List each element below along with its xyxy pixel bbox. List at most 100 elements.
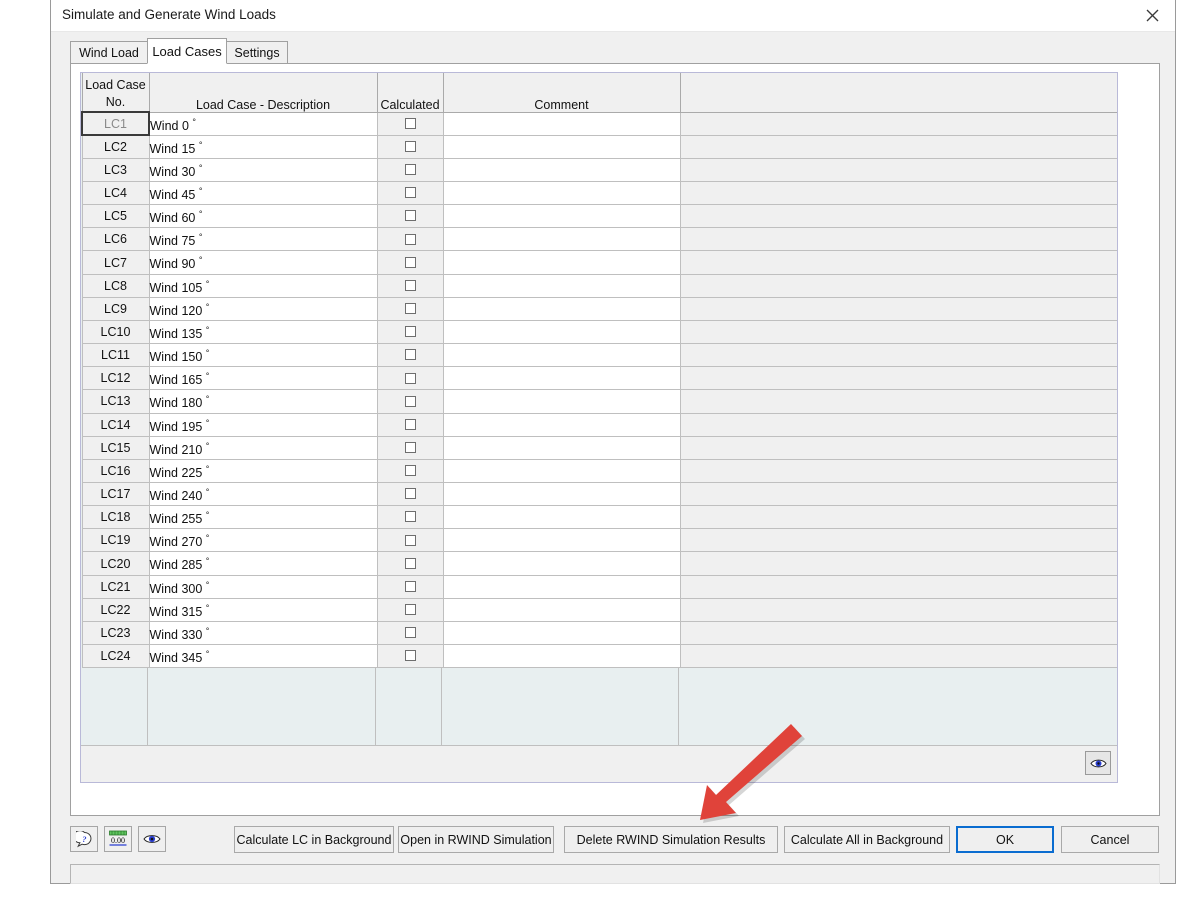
calculated-checkbox[interactable] [405, 234, 416, 245]
table-row[interactable]: LC19Wind 270 ° [82, 529, 1118, 552]
table-row[interactable]: LC21Wind 300 ° [82, 575, 1118, 598]
cell-calculated[interactable] [377, 344, 443, 367]
cell-comment[interactable] [443, 390, 680, 413]
cell-calculated[interactable] [377, 645, 443, 668]
calculated-checkbox[interactable] [405, 141, 416, 152]
cell-calculated[interactable] [377, 320, 443, 343]
cell-description[interactable]: Wind 165 ° [149, 367, 377, 390]
cell-extra[interactable] [680, 112, 1118, 135]
calculated-checkbox[interactable] [405, 187, 416, 198]
cell-description[interactable]: Wind 180 ° [149, 390, 377, 413]
cell-load-case-no[interactable]: LC9 [82, 297, 149, 320]
cell-description[interactable]: Wind 120 ° [149, 297, 377, 320]
cell-description[interactable]: Wind 195 ° [149, 413, 377, 436]
delete-rwind-simulation-results-button[interactable]: Delete RWIND Simulation Results [564, 826, 778, 853]
table-row[interactable]: LC3Wind 30 ° [82, 158, 1118, 181]
cell-comment[interactable] [443, 529, 680, 552]
cell-comment[interactable] [443, 367, 680, 390]
cell-description[interactable]: Wind 0 ° [149, 112, 377, 135]
cell-description[interactable]: Wind 135 ° [149, 320, 377, 343]
cell-calculated[interactable] [377, 228, 443, 251]
cell-load-case-no[interactable]: LC19 [82, 529, 149, 552]
calculated-checkbox[interactable] [405, 164, 416, 175]
cell-comment[interactable] [443, 645, 680, 668]
calculated-checkbox[interactable] [405, 210, 416, 221]
open-in-rwind-simulation-button[interactable]: Open in RWIND Simulation [398, 826, 554, 853]
cell-load-case-no[interactable]: LC8 [82, 274, 149, 297]
cell-load-case-no[interactable]: LC17 [82, 483, 149, 506]
tab-load-cases[interactable]: Load Cases [147, 38, 227, 64]
calculated-checkbox[interactable] [405, 488, 416, 499]
column-header-calculated[interactable]: Calculated [377, 73, 443, 112]
cell-extra[interactable] [680, 413, 1118, 436]
cell-description[interactable]: Wind 330 ° [149, 621, 377, 644]
cell-load-case-no[interactable]: LC4 [82, 181, 149, 204]
cell-calculated[interactable] [377, 135, 443, 158]
calculated-checkbox[interactable] [405, 326, 416, 337]
cell-comment[interactable] [443, 436, 680, 459]
cell-extra[interactable] [680, 483, 1118, 506]
cell-load-case-no[interactable]: LC10 [82, 320, 149, 343]
cell-description[interactable]: Wind 75 ° [149, 228, 377, 251]
table-row[interactable]: LC14Wind 195 ° [82, 413, 1118, 436]
cell-comment[interactable] [443, 297, 680, 320]
cell-calculated[interactable] [377, 274, 443, 297]
cell-extra[interactable] [680, 621, 1118, 644]
cell-description[interactable]: Wind 60 ° [149, 205, 377, 228]
cell-description[interactable]: Wind 105 ° [149, 274, 377, 297]
table-row[interactable]: LC12Wind 165 ° [82, 367, 1118, 390]
cell-load-case-no[interactable]: LC15 [82, 436, 149, 459]
table-row[interactable]: LC5Wind 60 ° [82, 205, 1118, 228]
cell-load-case-no[interactable]: LC20 [82, 552, 149, 575]
calculated-checkbox[interactable] [405, 396, 416, 407]
cell-calculated[interactable] [377, 413, 443, 436]
cell-extra[interactable] [680, 552, 1118, 575]
cell-comment[interactable] [443, 621, 680, 644]
table-row[interactable]: LC10Wind 135 ° [82, 320, 1118, 343]
table-row[interactable]: LC8Wind 105 ° [82, 274, 1118, 297]
cell-extra[interactable] [680, 205, 1118, 228]
cell-extra[interactable] [680, 251, 1118, 274]
cell-extra[interactable] [680, 367, 1118, 390]
cell-extra[interactable] [680, 390, 1118, 413]
cell-description[interactable]: Wind 210 ° [149, 436, 377, 459]
cell-calculated[interactable] [377, 436, 443, 459]
cell-comment[interactable] [443, 274, 680, 297]
cell-calculated[interactable] [377, 112, 443, 135]
cell-load-case-no[interactable]: LC7 [82, 251, 149, 274]
cell-calculated[interactable] [377, 205, 443, 228]
cell-extra[interactable] [680, 529, 1118, 552]
tab-wind-load[interactable]: Wind Load [70, 41, 148, 63]
units-icon[interactable]: 0.00 [104, 826, 132, 852]
cell-load-case-no[interactable]: LC11 [82, 344, 149, 367]
tab-settings[interactable]: Settings [226, 41, 288, 63]
column-header-load-case-no[interactable]: Load Case No. [82, 73, 149, 112]
cell-load-case-no[interactable]: LC3 [82, 158, 149, 181]
table-row[interactable]: LC20Wind 285 ° [82, 552, 1118, 575]
cell-extra[interactable] [680, 506, 1118, 529]
cell-comment[interactable] [443, 483, 680, 506]
calculated-checkbox[interactable] [405, 604, 416, 615]
cell-extra[interactable] [680, 158, 1118, 181]
cell-load-case-no[interactable]: LC24 [82, 645, 149, 668]
table-row[interactable]: LC4Wind 45 ° [82, 181, 1118, 204]
table-row[interactable]: LC22Wind 315 ° [82, 598, 1118, 621]
ok-button[interactable]: OK [956, 826, 1054, 853]
cell-description[interactable]: Wind 90 ° [149, 251, 377, 274]
cell-comment[interactable] [443, 112, 680, 135]
cell-calculated[interactable] [377, 297, 443, 320]
table-row[interactable]: LC2Wind 15 ° [82, 135, 1118, 158]
cell-extra[interactable] [680, 181, 1118, 204]
cell-calculated[interactable] [377, 506, 443, 529]
cell-comment[interactable] [443, 575, 680, 598]
calculated-checkbox[interactable] [405, 581, 416, 592]
table-row[interactable]: LC9Wind 120 ° [82, 297, 1118, 320]
cell-comment[interactable] [443, 205, 680, 228]
calculated-checkbox[interactable] [405, 511, 416, 522]
cell-description[interactable]: Wind 30 ° [149, 158, 377, 181]
eye-icon[interactable] [138, 826, 166, 852]
cell-description[interactable]: Wind 345 ° [149, 645, 377, 668]
cell-calculated[interactable] [377, 459, 443, 482]
cell-load-case-no[interactable]: LC13 [82, 390, 149, 413]
calculated-checkbox[interactable] [405, 442, 416, 453]
